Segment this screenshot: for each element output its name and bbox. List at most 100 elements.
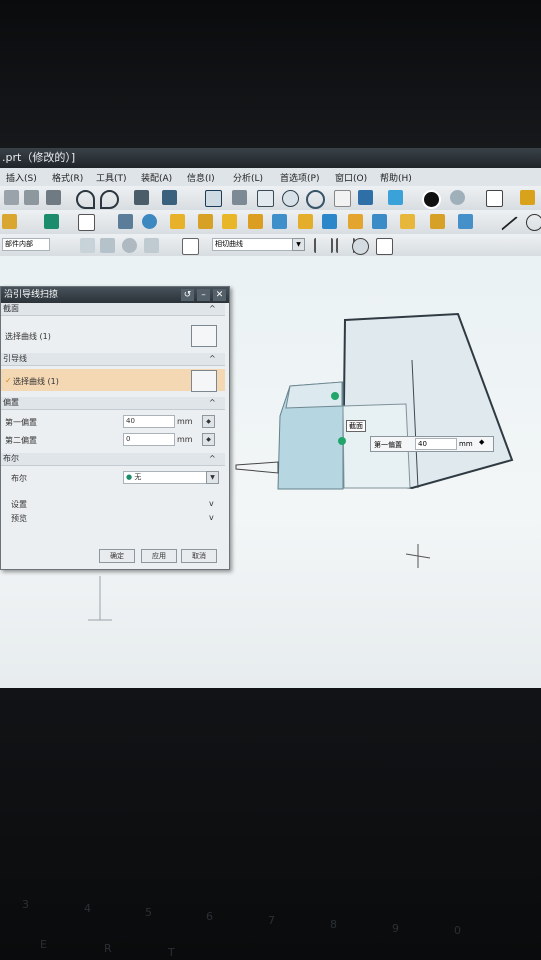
first-offset-input[interactable]: 40 [123,415,175,428]
edge-blend-icon[interactable] [198,214,213,229]
feature-curve-icon[interactable] [352,238,369,255]
rotate-icon[interactable] [306,190,325,209]
guide-select-curve: 选择曲线 (1) [13,377,59,386]
first-offset-unit: mm [177,417,193,426]
menu-tools[interactable]: 工具(T) [96,171,127,184]
guide-group-header[interactable]: 引导线 ^ [1,353,225,366]
menu-help[interactable]: 帮助(H) [380,171,412,184]
menu-assembly[interactable]: 装配(A) [141,171,172,184]
pattern-icon[interactable] [458,214,473,229]
collapse-icon[interactable]: ^ [209,353,216,365]
chevron-down-icon[interactable]: ▼ [206,471,219,484]
redo-icon[interactable] [100,190,119,209]
collapse-icon[interactable]: ^ [209,303,216,315]
subtract-icon[interactable] [348,214,363,229]
menu-preferences[interactable]: 首选项(P) [280,171,319,184]
stop-at-intersection-icon[interactable] [314,238,333,253]
preview-group-header[interactable]: 预览 [11,513,27,524]
apply-button[interactable]: 应用 [141,549,177,563]
close-icon[interactable]: ✕ [213,289,226,301]
shell-icon[interactable] [248,214,263,229]
key-0: 0 [454,924,461,937]
ok-button[interactable]: 确定 [99,549,135,563]
new-icon[interactable] [4,190,19,205]
arc-icon[interactable] [526,214,541,231]
section-select-curve[interactable]: 选择曲线 (1) [5,331,51,342]
sphere-icon[interactable] [142,214,157,229]
second-offset-input[interactable]: 0 [123,433,175,446]
window-title-bar: .prt（修改的）] [0,148,541,168]
extrude-icon[interactable] [44,214,59,229]
snap-end-icon[interactable] [100,238,115,253]
material-icon[interactable] [450,190,465,205]
boolean-group-header[interactable]: 布尔 ^ [1,453,225,466]
offset-group-header[interactable]: 偏置 ^ [1,397,225,410]
pan-icon[interactable] [257,190,274,207]
block-icon[interactable] [170,214,185,229]
first-offset-spinner[interactable]: ◆ [202,415,215,428]
guide-curve-button[interactable] [191,370,217,392]
section-handle-icon[interactable] [331,392,339,400]
menu-insert[interactable]: 插入(S) [6,171,37,184]
paste-icon[interactable] [46,190,61,205]
selection-scope-value: 部件内部 [5,240,33,248]
undo-icon[interactable] [76,190,95,209]
menu-info[interactable]: 信息(I) [187,171,215,184]
menu-bar: 插入(S) 格式(R) 工具(T) 装配(A) 信息(I) 分析(L) 首选项(… [0,168,541,186]
menu-analysis[interactable]: 分析(L) [233,171,263,184]
menu-window[interactable]: 窗口(O) [335,171,367,184]
zoom-region-icon[interactable] [232,190,247,205]
float-offset-input[interactable]: 40 [415,438,457,450]
collapse-icon[interactable]: ^ [209,453,216,465]
boolean-dropdown[interactable]: ● 无 [123,471,207,484]
key-5: 5 [145,906,152,919]
guide-select-row[interactable]: ✓ 选择曲线 (1) [1,369,225,392]
snap-center-icon[interactable] [122,238,137,253]
section-group-header[interactable]: 截面 ^ [1,303,225,316]
zoom-icon[interactable] [282,190,299,207]
sketch-feature-icon[interactable] [2,214,17,229]
line-icon[interactable] [501,216,519,232]
offset-face-icon[interactable] [430,214,445,229]
selection-toolbar: 部件内部 相切曲线 ▼ [0,234,541,257]
second-offset-spinner[interactable]: ◆ [202,433,215,446]
collapse-icon[interactable]: ^ [209,397,216,409]
menu-format[interactable]: 格式(R) [52,171,83,184]
shaded-icon[interactable] [358,190,373,205]
trim-body-icon[interactable] [400,214,415,229]
section-curve-button[interactable] [191,325,217,347]
render-style-icon[interactable] [422,190,441,209]
cancel-button[interactable]: 取消 [181,549,217,563]
float-spin-icon[interactable]: ◆ [479,438,484,446]
snap-point-icon[interactable] [80,238,95,253]
chevron-down-icon[interactable]: ▼ [292,238,305,251]
chamfer-icon[interactable] [222,214,237,229]
snap-quadrant-icon[interactable] [182,238,199,255]
selection-scope-dropdown[interactable]: 部件内部 [2,238,50,251]
background-icon[interactable] [486,190,503,207]
draft-icon[interactable] [272,214,287,229]
layer-icon[interactable] [520,190,535,205]
reset-icon[interactable]: ↺ [181,289,194,301]
window-title: .prt（修改的）] [2,151,76,164]
fit-view-icon[interactable] [205,190,222,207]
standard-toolbar [0,186,541,211]
settings-group-header[interactable]: 设置 [11,499,27,510]
copy-icon[interactable] [24,190,39,205]
unite-icon[interactable] [322,214,337,229]
expand-icon[interactable]: v [209,499,214,508]
guide-handle-icon[interactable] [338,437,346,445]
minimize-icon[interactable]: – [197,289,210,301]
expand-icon[interactable]: v [209,513,214,522]
select-icon[interactable] [134,190,149,205]
intersect-icon[interactable] [372,214,387,229]
sketch-icon[interactable] [162,190,177,205]
snap-mid-icon[interactable] [144,238,159,253]
datum-plane-icon[interactable] [78,214,95,231]
curve-rule-dropdown[interactable]: 相切曲线 [212,238,294,251]
path-icon[interactable] [376,238,393,255]
view-cube-icon[interactable] [388,190,403,205]
revolve-icon[interactable] [118,214,133,229]
clip-icon[interactable] [334,190,351,207]
hole-icon[interactable] [298,214,313,229]
